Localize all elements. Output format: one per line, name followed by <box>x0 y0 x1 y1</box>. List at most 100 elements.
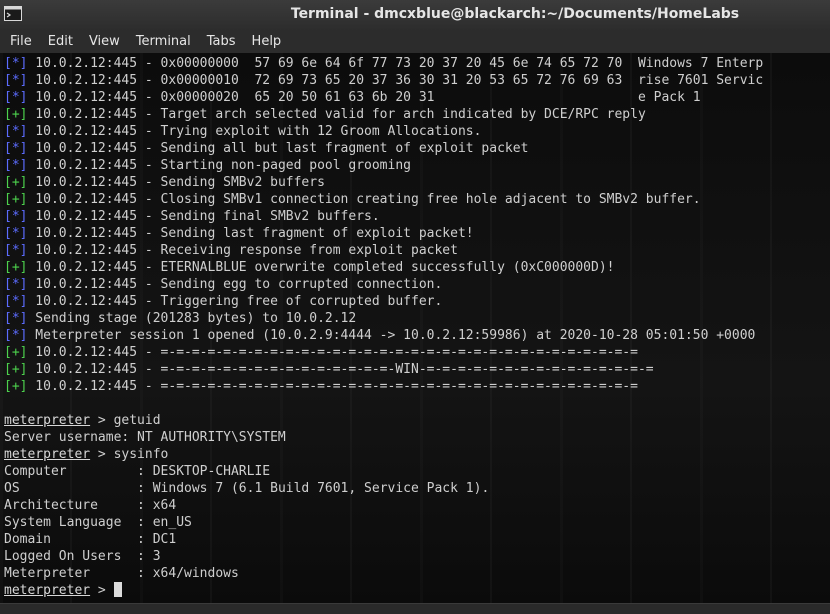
log-line: [*] 10.0.2.12:445 - 0x00000010 72 69 73 … <box>4 72 763 89</box>
log-text: 10.0.2.12:445 - 0x00000020 65 20 50 61 6… <box>27 90 701 105</box>
sysinfo-key: Domain <box>4 532 130 547</box>
log-line: [+] 10.0.2.12:445 - Closing SMBv1 connec… <box>4 191 763 208</box>
log-line: [*] 10.0.2.12:445 - Sending last fragmen… <box>4 225 763 242</box>
info-tag: [*] <box>4 243 28 258</box>
info-tag: [*] <box>4 73 28 88</box>
sysinfo-row: Architecture : x64 <box>4 497 763 514</box>
command-text: sysinfo <box>113 447 169 462</box>
info-tag: [*] <box>4 277 28 292</box>
info-tag: [*] <box>4 124 28 139</box>
success-tag: [+] <box>4 379 28 394</box>
success-tag: [+] <box>4 107 28 122</box>
prompt-label: meterpreter <box>4 413 91 428</box>
sysinfo-separator: : <box>129 566 153 581</box>
log-text: 10.0.2.12:445 - =-=-=-=-=-=-=-=-=-=-=-=-… <box>27 379 638 394</box>
log-text: 10.0.2.12:445 - Closing SMBv1 connection… <box>27 192 701 207</box>
sysinfo-key: System Language <box>4 515 130 530</box>
log-line: [*] Meterpreter session 1 opened (10.0.2… <box>4 327 763 344</box>
sysinfo-row: System Language : en_US <box>4 514 763 531</box>
menu-tabs[interactable]: Tabs <box>199 32 244 52</box>
getuid-output: Server username: NT AUTHORITY\SYSTEM <box>4 430 286 445</box>
log-text: 10.0.2.12:445 - 0x00000000 57 69 6e 64 6… <box>27 56 764 71</box>
log-text: 10.0.2.12:445 - Sending egg to corrupted… <box>27 277 443 292</box>
sysinfo-value: x64 <box>152 498 177 513</box>
menu-view[interactable]: View <box>81 32 128 52</box>
sysinfo-value: en_US <box>152 515 192 530</box>
sysinfo-row: Domain : DC1 <box>4 531 763 548</box>
sysinfo-value: DC1 <box>152 532 177 547</box>
menu-help[interactable]: Help <box>244 32 290 52</box>
prompt-label: meterpreter <box>4 447 91 462</box>
log-line: [*] 10.0.2.12:445 - 0x00000020 65 20 50 … <box>4 89 763 106</box>
menu-file[interactable]: File <box>2 32 40 52</box>
terminal-window: Terminal - dmcxblue@blackarch:~/Document… <box>0 0 830 614</box>
log-line: [+] 10.0.2.12:445 - =-=-=-=-=-=-=-=-=-=-… <box>4 361 763 378</box>
log-text: Meterpreter session 1 opened (10.0.2.9:4… <box>27 328 756 343</box>
sysinfo-key: Logged On Users <box>4 549 130 564</box>
log-line: [*] 10.0.2.12:445 - Sending all but last… <box>4 140 763 157</box>
log-line: [+] 10.0.2.12:445 - =-=-=-=-=-=-=-=-=-=-… <box>4 378 763 395</box>
sysinfo-value: 3 <box>152 549 161 564</box>
sysinfo-value: DESKTOP-CHARLIE <box>152 464 271 479</box>
sysinfo-separator: : <box>129 515 153 530</box>
info-tag: [*] <box>4 294 28 309</box>
sysinfo-row: Computer : DESKTOP-CHARLIE <box>4 463 763 480</box>
log-text: 10.0.2.12:445 - =-=-=-=-=-=-=-=-=-=-=-=-… <box>27 362 654 377</box>
sysinfo-row: Logged On Users : 3 <box>4 548 763 565</box>
log-text: 10.0.2.12:445 - Sending SMBv2 buffers <box>27 175 325 190</box>
log-text: Sending stage (201283 bytes) to 10.0.2.1… <box>27 311 357 326</box>
prompt-line: meterpreter > sysinfo <box>4 446 763 463</box>
success-tag: [+] <box>4 362 28 377</box>
log-text: 10.0.2.12:445 - Trying exploit with 12 G… <box>27 124 482 139</box>
title-bar[interactable]: Terminal - dmcxblue@blackarch:~/Document… <box>0 0 830 31</box>
menu-bar: File Edit View Terminal Tabs Help <box>0 31 830 53</box>
sysinfo-key: Architecture <box>4 498 130 513</box>
sysinfo-separator: : <box>129 464 153 479</box>
sysinfo-key: Computer <box>4 464 130 479</box>
log-text: 10.0.2.12:445 - Sending final SMBv2 buff… <box>27 209 380 224</box>
prompt-line-active: meterpreter > <box>4 582 763 599</box>
log-line: [+] 10.0.2.12:445 - Target arch selected… <box>4 106 763 123</box>
prompt-label: meterpreter <box>4 583 91 598</box>
log-line: [+] 10.0.2.12:445 - ETERNALBLUE overwrit… <box>4 259 763 276</box>
log-text: 10.0.2.12:445 - Target arch selected val… <box>27 107 646 122</box>
blank-line <box>4 395 763 412</box>
menu-terminal[interactable]: Terminal <box>128 32 199 52</box>
log-line: [*] 10.0.2.12:445 - Trying exploit with … <box>4 123 763 140</box>
log-text: 10.0.2.12:445 - 0x00000010 72 69 73 65 2… <box>27 73 764 88</box>
terminal-output-area[interactable]: [*] 10.0.2.12:445 - 0x00000000 57 69 6e … <box>0 53 830 603</box>
success-tag: [+] <box>4 192 28 207</box>
terminal-lines: [*] 10.0.2.12:445 - 0x00000000 57 69 6e … <box>4 55 763 599</box>
info-tag: [*] <box>4 90 28 105</box>
log-line: [+] 10.0.2.12:445 - Sending SMBv2 buffer… <box>4 174 763 191</box>
log-text: 10.0.2.12:445 - Receiving response from … <box>27 243 458 258</box>
menu-edit[interactable]: Edit <box>40 32 81 52</box>
log-line: [*] 10.0.2.12:445 - Sending final SMBv2 … <box>4 208 763 225</box>
info-tag: [*] <box>4 209 28 224</box>
command-text: getuid <box>113 413 161 428</box>
log-text: 10.0.2.12:445 - =-=-=-=-=-=-=-=-=-=-=-=-… <box>27 345 638 360</box>
log-text: 10.0.2.12:445 - Triggering free of corru… <box>27 294 443 309</box>
sysinfo-separator: : <box>129 549 153 564</box>
log-line: [*] 10.0.2.12:445 - 0x00000000 57 69 6e … <box>4 55 763 72</box>
sysinfo-key: Meterpreter <box>4 566 130 581</box>
log-line: [*] 10.0.2.12:445 - Receiving response f… <box>4 242 763 259</box>
prompt-symbol: > <box>90 583 114 598</box>
sysinfo-value: Windows 7 (6.1 Build 7601, Service Pack … <box>152 481 490 496</box>
log-text: 10.0.2.12:445 - Sending all but last fra… <box>27 141 529 156</box>
sysinfo-separator: : <box>129 481 153 496</box>
log-text: 10.0.2.12:445 - Starting non-paged pool … <box>27 158 411 173</box>
sysinfo-separator: : <box>129 498 153 513</box>
output-line: Server username: NT AUTHORITY\SYSTEM <box>4 429 763 446</box>
log-line: [*] 10.0.2.12:445 - Sending egg to corru… <box>4 276 763 293</box>
prompt-symbol: > <box>90 447 114 462</box>
prompt-symbol: > <box>90 413 114 428</box>
sysinfo-row: OS : Windows 7 (6.1 Build 7601, Service … <box>4 480 763 497</box>
text-cursor[interactable] <box>113 582 122 597</box>
success-tag: [+] <box>4 345 28 360</box>
log-text: 10.0.2.12:445 - ETERNALBLUE overwrite co… <box>27 260 615 275</box>
info-tag: [*] <box>4 158 28 173</box>
window-title: Terminal - dmcxblue@blackarch:~/Document… <box>290 6 740 22</box>
info-tag: [*] <box>4 226 28 241</box>
sysinfo-separator: : <box>129 532 153 547</box>
